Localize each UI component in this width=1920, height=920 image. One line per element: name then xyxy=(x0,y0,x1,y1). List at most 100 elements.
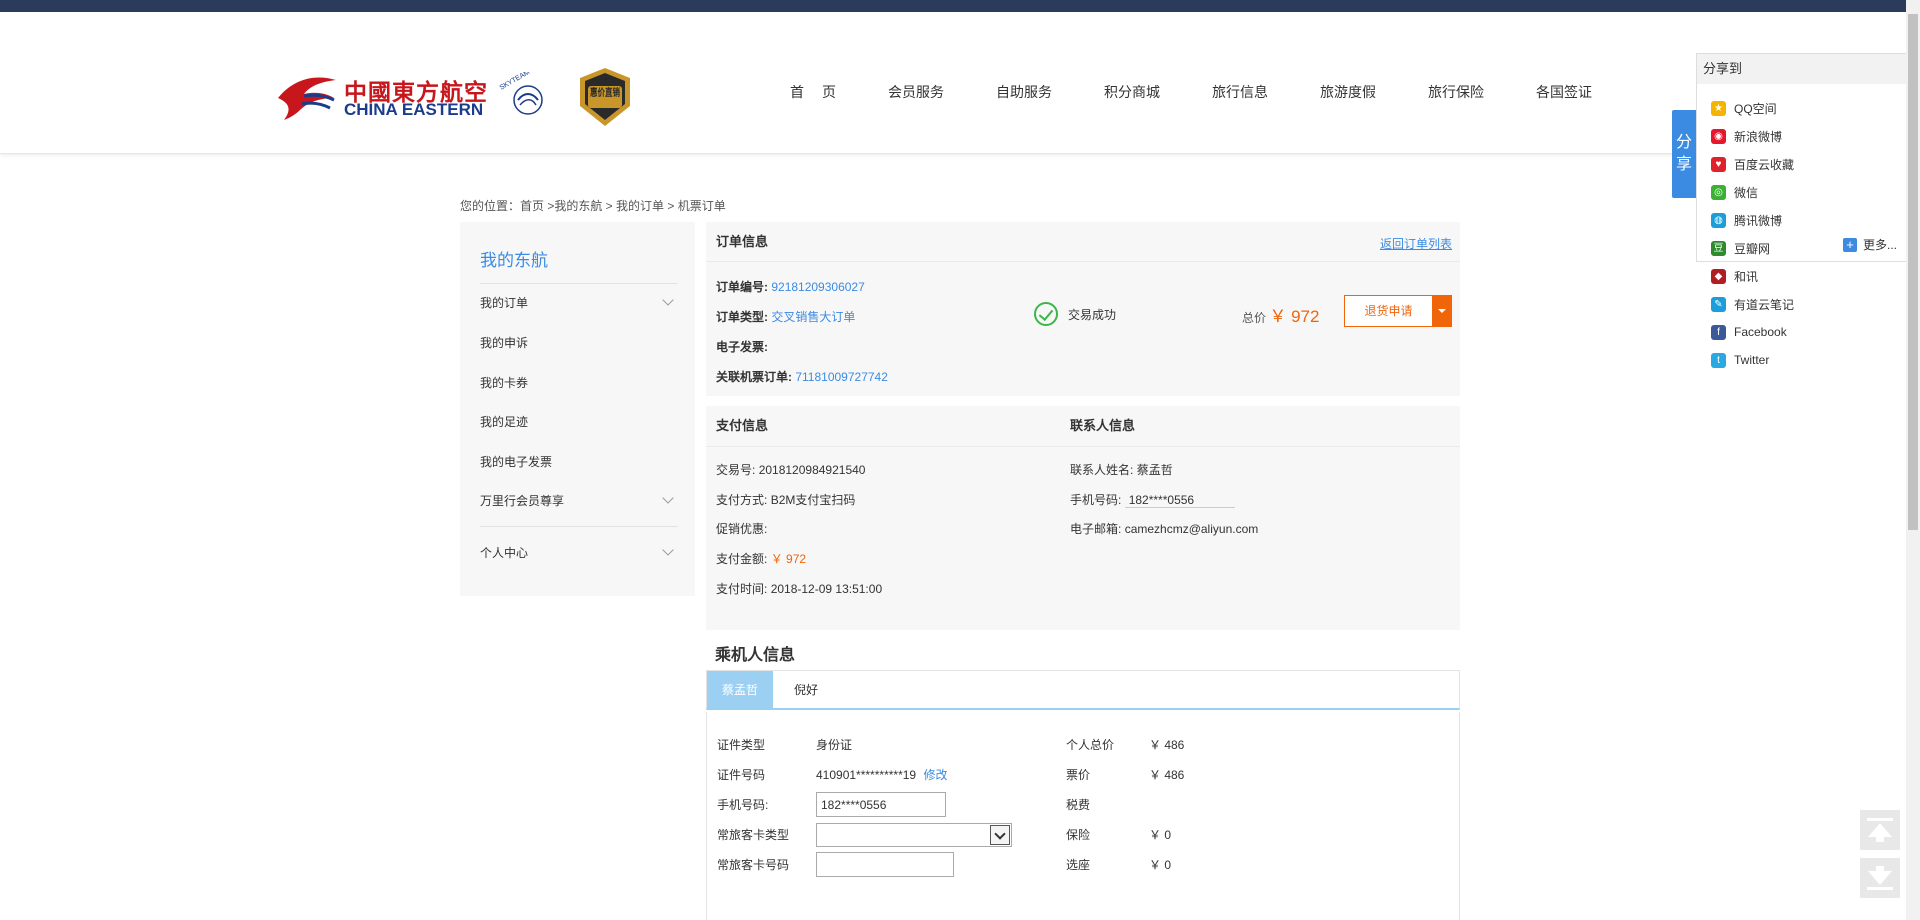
linked-order-value[interactable]: 71181009727742 xyxy=(795,370,888,384)
order-type-value[interactable]: 交叉销售大订单 xyxy=(771,310,855,324)
seat-label: 选座 xyxy=(1066,858,1091,872)
contact-name: 联系人姓名: 蔡孟哲 xyxy=(1070,461,1173,478)
account-sidebar: 我的东航 我的订单 我的申诉 我的卡券 我的足迹 我的电子发票 万里行会员尊享 … xyxy=(460,222,695,596)
chevron-down-icon xyxy=(662,544,674,556)
skyteam-icon: SKYTEAM xyxy=(499,72,543,115)
douban-icon: 豆 xyxy=(1711,240,1726,256)
sidebar-item-member-privileges[interactable]: 万里行会员尊享 xyxy=(480,492,678,509)
payment-info-title: 支付信息 xyxy=(716,418,769,433)
share-item-label: QQ空间 xyxy=(1734,101,1777,116)
order-info-panel: 订单信息 返回订单列表 订单编号: 92181209306027 订单类型: 交… xyxy=(706,222,1460,396)
trade-number-value: 2018120984921540 xyxy=(758,463,866,477)
china-eastern-logo[interactable]: 中國東方航空 CHINA EASTERN SKYTEAM 惠价直销 xyxy=(272,64,642,136)
sidebar-item-my-footprints[interactable]: 我的足迹 xyxy=(480,413,678,430)
nav-travel-info[interactable]: 旅行信息 xyxy=(1212,82,1268,102)
facebook-icon: f xyxy=(1711,324,1726,340)
nav-points-mall[interactable]: 积分商城 xyxy=(1104,82,1160,102)
passenger-section-title: 乘机人信息 xyxy=(715,647,796,664)
contact-phone-field[interactable]: 182****0556 xyxy=(1124,493,1235,508)
share-item[interactable]: ◍ 腾讯微博 xyxy=(1711,206,1817,234)
payment-contact-panel: 支付信息 联系人信息 交易号: 2018120984921540 支付方式: B… xyxy=(706,406,1460,630)
ff-card-type-select[interactable] xyxy=(816,823,1012,847)
share-more-button[interactable]: + 更多... xyxy=(1842,236,1897,253)
payment-time-label: 支付时间: xyxy=(716,582,768,596)
nav-vacation[interactable]: 旅游度假 xyxy=(1320,82,1376,102)
ff-card-number-label: 常旅客卡号码 xyxy=(717,858,790,872)
share-item[interactable]: t Twitter xyxy=(1711,346,1817,374)
sidebar-title: 我的东航 xyxy=(480,246,678,284)
contact-name-value: 蔡孟哲 xyxy=(1136,463,1173,477)
nav-self-service[interactable]: 自助服务 xyxy=(996,82,1052,102)
scrollbar-thumb[interactable] xyxy=(1908,14,1918,530)
share-more-label: 更多... xyxy=(1862,238,1897,252)
share-item[interactable]: ◉ 新浪微博 xyxy=(1711,122,1817,150)
tab-passenger-1[interactable]: 蔡孟哲 xyxy=(707,671,773,709)
share-item[interactable]: f Facebook xyxy=(1711,318,1817,346)
sidebar-item-personal-center[interactable]: 个人中心 xyxy=(480,544,678,561)
order-number-row: 订单编号: 92181209306027 xyxy=(716,278,865,295)
sidebar-item-label: 我的卡券 xyxy=(480,376,529,390)
skyteam-label: SKYTEAM xyxy=(499,72,532,92)
share-item[interactable]: ★ QQ空间 xyxy=(1711,94,1817,122)
tax-label: 税费 xyxy=(1066,798,1091,812)
refund-button[interactable]: 退货申请 xyxy=(1345,296,1432,326)
share-item[interactable]: ♥ 百度云收藏 xyxy=(1711,150,1817,178)
contact-phone-label: 手机号码: xyxy=(1070,493,1122,507)
passenger-phone-input[interactable] xyxy=(816,792,946,817)
refund-split-button: 退货申请 xyxy=(1344,295,1452,327)
sidebar-item-my-invoices[interactable]: 我的电子发票 xyxy=(480,453,678,470)
chevron-down-icon xyxy=(662,294,674,306)
sidebar-item-my-coupons[interactable]: 我的卡券 xyxy=(480,374,678,391)
share-item-label: 豆瓣网 xyxy=(1734,241,1771,256)
total-label: 总价 xyxy=(1242,311,1267,325)
sidebar-item-my-appeals[interactable]: 我的申诉 xyxy=(480,334,678,351)
share-item-label: 微信 xyxy=(1734,185,1759,200)
share-panel: 分享到 ★ QQ空间 ◉ 新浪微博 ♥ 百度云收藏 ◎ 微信 ◍ 腾讯微博豆豆瓣网 ◆ 和讯 ✎ 有道云笔… xyxy=(1696,53,1908,368)
site-header: 中國東方航空 CHINA EASTERN SKYTEAM 惠价直销 首页 会员服… xyxy=(0,12,1920,154)
caret-down-icon[interactable] xyxy=(1432,296,1451,326)
share-item[interactable]: 豆豆瓣网 xyxy=(1711,234,1817,262)
share-item[interactable]: ✎ 有道云笔记 xyxy=(1711,290,1817,318)
tab-passenger-2[interactable]: 倪好 xyxy=(773,671,839,709)
hexun-icon: ◆ xyxy=(1711,268,1726,284)
nav-member-services[interactable]: 会员服务 xyxy=(888,82,944,102)
order-status: 交易成功 xyxy=(1034,302,1116,326)
qzone-icon: ★ xyxy=(1711,100,1726,116)
nav-home[interactable]: 首页 xyxy=(790,82,854,102)
wechat-icon: ◎ xyxy=(1711,184,1726,200)
id-type-value: 身份证 xyxy=(816,738,853,752)
total-amount: ￥ 972 xyxy=(1269,307,1320,326)
order-number-value[interactable]: 92181209306027 xyxy=(771,280,864,294)
edit-id-link[interactable]: 修改 xyxy=(923,768,947,782)
share-item[interactable]: ◎ 微信 xyxy=(1711,178,1817,206)
nav-visa[interactable]: 各国签证 xyxy=(1536,82,1592,102)
id-number-value: 410901**********19 xyxy=(816,768,917,782)
contact-name-label: 联系人姓名: xyxy=(1070,463,1134,477)
passenger-phone-label: 手机号码: xyxy=(717,798,769,812)
share-item-label: Twitter xyxy=(1734,353,1770,367)
sidebar-item-my-orders[interactable]: 我的订单 xyxy=(480,294,678,311)
share-item[interactable]: ◆ 和讯 xyxy=(1711,262,1817,290)
passenger-detail: 证件类型 身份证 证件号码 410901**********19 修改 手机号码… xyxy=(706,712,1460,920)
fare-value: ￥ 486 xyxy=(1149,768,1185,782)
payment-method: 支付方式: B2M支付宝扫码 xyxy=(716,491,855,508)
tencent-weibo-icon: ◍ xyxy=(1711,212,1726,228)
share-item-label: 新浪微博 xyxy=(1734,129,1783,144)
sidebar-item-label: 万里行会员尊享 xyxy=(480,494,565,508)
share-tab[interactable]: 分享 xyxy=(1672,110,1696,198)
chevron-down-icon xyxy=(662,492,674,504)
weibo-icon: ◉ xyxy=(1711,128,1726,144)
ff-card-number-input[interactable] xyxy=(816,852,954,877)
seat-value: ￥ 0 xyxy=(1149,858,1172,872)
share-panel-title: 分享到 xyxy=(1697,54,1907,84)
back-to-top-button[interactable] xyxy=(1860,810,1900,850)
page-scrollbar[interactable] xyxy=(1906,0,1920,920)
top-strip xyxy=(0,0,1920,12)
arrow-up-icon xyxy=(1867,818,1893,842)
order-type-row: 订单类型: 交叉销售大订单 xyxy=(716,308,855,325)
nav-travel-insurance[interactable]: 旅行保险 xyxy=(1428,82,1484,102)
personal-total-value: ￥ 486 xyxy=(1149,738,1185,752)
back-to-order-list-link[interactable]: 返回订单列表 xyxy=(1380,235,1452,252)
order-status-text: 交易成功 xyxy=(1068,307,1117,322)
go-to-bottom-button[interactable] xyxy=(1860,858,1900,898)
